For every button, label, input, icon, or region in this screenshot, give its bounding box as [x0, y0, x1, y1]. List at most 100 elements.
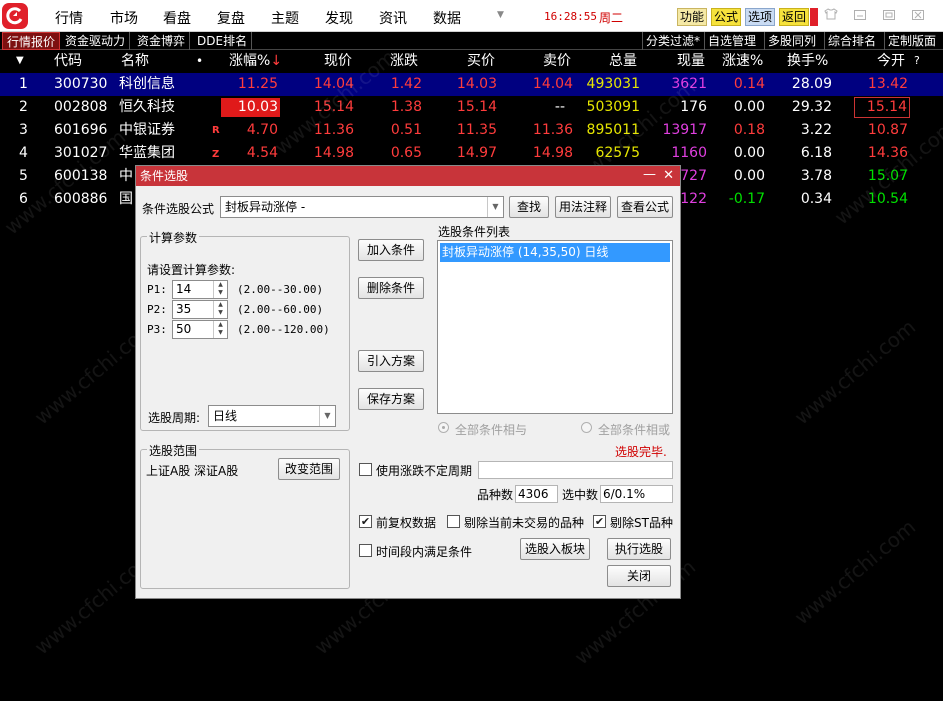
- radio-all-and[interactable]: [438, 422, 449, 433]
- header-ask[interactable]: 卖价: [543, 50, 571, 72]
- back-button[interactable]: 返回: [779, 8, 810, 26]
- options-button[interactable]: 选项: [745, 8, 776, 26]
- list-item[interactable]: 封板异动涨停 (14,35,50) 日线: [440, 243, 670, 262]
- tab-dde-rank[interactable]: DDE排名: [193, 32, 253, 50]
- menu-replay[interactable]: 复盘: [217, 8, 245, 28]
- exclude-st-label: 剔除ST品种: [610, 516, 673, 530]
- radio-all-or[interactable]: [581, 422, 592, 433]
- header-speed[interactable]: 涨速%: [722, 50, 763, 72]
- stepper-arrows-icon[interactable]: ▲ ▼: [213, 281, 227, 298]
- help-icon[interactable]: ?: [914, 50, 920, 72]
- chevron-down-icon[interactable]: ▼: [497, 10, 504, 20]
- menu-market[interactable]: 市场: [110, 8, 138, 28]
- header-pct-change[interactable]: 涨幅%↓: [229, 50, 282, 72]
- find-button[interactable]: 查找: [509, 196, 549, 218]
- param-p3-stepper[interactable]: 50 ▲ ▼: [172, 320, 228, 339]
- menu-watch[interactable]: 看盘: [163, 8, 191, 28]
- chevron-down-icon[interactable]: ▼: [487, 197, 503, 217]
- param-p3-label: P3:: [147, 323, 167, 336]
- table-row[interactable]: 1 300730 科创信息 11.25 14.04 1.42 14.03 14.…: [0, 73, 943, 96]
- table-row[interactable]: 3 601696 中银证券 R 4.70 11.36 0.51 11.35 11…: [0, 119, 943, 142]
- tab-quotes[interactable]: 行情报价: [2, 32, 61, 50]
- save-scheme-button[interactable]: 保存方案: [358, 388, 424, 410]
- uncertain-period-checkbox[interactable]: [359, 463, 372, 476]
- delete-condition-button[interactable]: 删除条件: [358, 277, 424, 299]
- close-button[interactable]: 关闭: [607, 565, 671, 587]
- current-volume: 176: [680, 99, 707, 115]
- table-row[interactable]: 2 002808 恒久科技 10.03 15.14 1.38 15.14 -- …: [0, 96, 943, 119]
- tab-capital-drive[interactable]: 资金驱动力: [61, 32, 131, 50]
- turnover: 29.32: [791, 99, 832, 115]
- skin-icon[interactable]: [819, 6, 843, 26]
- pct-change: 4.70: [246, 122, 278, 138]
- menu-data[interactable]: 数据: [433, 8, 461, 28]
- bid: 14.97: [456, 145, 497, 161]
- header-dot[interactable]: •: [196, 50, 203, 72]
- formula-select[interactable]: 封板异动涨停 - ▼: [220, 196, 504, 218]
- sort-toggle-icon[interactable]: ▼: [16, 50, 24, 72]
- tab-watchlist-manage[interactable]: 自选管理: [704, 32, 756, 50]
- add-to-block-button[interactable]: 选股入板块: [520, 538, 590, 560]
- import-scheme-button[interactable]: 引入方案: [358, 350, 424, 372]
- menu-discover[interactable]: 发现: [325, 8, 353, 28]
- minimize-icon[interactable]: —: [643, 166, 656, 184]
- watermark: www.cfchi.com: [789, 314, 921, 430]
- alert-indicator[interactable]: [810, 8, 818, 26]
- period-select[interactable]: 日线 ▼: [208, 405, 336, 427]
- stock-name: 国: [119, 191, 133, 207]
- time-range-checkbox[interactable]: [359, 544, 372, 557]
- pre-adjust-checkbox[interactable]: ✔: [359, 515, 372, 528]
- current-volume: 13917: [662, 122, 707, 138]
- param-p1-stepper[interactable]: 14 ▲ ▼: [172, 280, 228, 299]
- param-p2-stepper[interactable]: 35 ▲ ▼: [172, 300, 228, 319]
- condition-list-label: 选股条件列表: [438, 225, 511, 239]
- tab-composite-rank[interactable]: 综合排名: [824, 32, 876, 50]
- usage-notes-button[interactable]: 用法注释: [555, 196, 611, 218]
- stock-code: 301027: [54, 145, 108, 161]
- chevron-down-icon[interactable]: ▼: [319, 406, 335, 426]
- header-name[interactable]: 名称: [121, 50, 149, 72]
- minimize-icon[interactable]: [848, 6, 872, 26]
- tab-custom-layout[interactable]: 定制版面: [884, 32, 936, 50]
- header-code[interactable]: 代码: [54, 50, 82, 72]
- count-field: 4306: [515, 485, 558, 503]
- table-row[interactable]: 4 301027 华蓝集团 Z 4.54 14.98 0.65 14.97 14…: [0, 142, 943, 165]
- menu-news[interactable]: 资讯: [379, 8, 407, 28]
- change-range-button[interactable]: 改变范围: [278, 458, 340, 480]
- exclude-untraded-checkbox[interactable]: [447, 515, 460, 528]
- stock-code: 002808: [54, 99, 108, 115]
- app-logo-icon[interactable]: [2, 3, 28, 29]
- row-number: 4: [19, 145, 28, 161]
- menu-quotes[interactable]: 行情: [55, 8, 83, 28]
- menu-topics[interactable]: 主题: [271, 8, 299, 28]
- close-icon[interactable]: [906, 6, 930, 26]
- header-current-volume[interactable]: 现量: [677, 50, 705, 72]
- condition-list[interactable]: 封板异动涨停 (14,35,50) 日线: [437, 240, 673, 414]
- exclude-st-checkbox[interactable]: ✔: [593, 515, 606, 528]
- close-icon[interactable]: ✕: [663, 166, 674, 186]
- header-open[interactable]: 今开: [877, 50, 905, 72]
- period-label: 选股周期:: [148, 411, 201, 425]
- header-pct-label: 涨幅%: [229, 53, 271, 69]
- header-change[interactable]: 涨跌: [390, 50, 418, 72]
- stepper-arrows-icon[interactable]: ▲ ▼: [213, 321, 227, 338]
- execute-screening-button[interactable]: 执行选股: [607, 538, 671, 560]
- stepper-arrows-icon[interactable]: ▲ ▼: [213, 301, 227, 318]
- view-formula-button[interactable]: 查看公式: [617, 196, 673, 218]
- tab-category-filter[interactable]: 分类过滤*: [642, 32, 700, 50]
- uncertain-period-input[interactable]: [478, 461, 673, 479]
- formula-button[interactable]: 公式: [711, 8, 742, 26]
- header-price[interactable]: 现价: [324, 50, 352, 72]
- param-p2-label: P2:: [147, 303, 167, 316]
- add-condition-button[interactable]: 加入条件: [358, 239, 424, 261]
- function-button[interactable]: 功能: [677, 8, 708, 26]
- header-turnover[interactable]: 换手%: [787, 50, 828, 72]
- stock-range-value: 上证A股 深证A股: [146, 464, 239, 478]
- restore-icon[interactable]: [877, 6, 901, 26]
- header-volume[interactable]: 总量: [609, 50, 637, 72]
- header-bid[interactable]: 买价: [467, 50, 495, 72]
- tab-capital-game[interactable]: 资金博弈: [133, 32, 191, 50]
- dialog-title-bar[interactable]: 条件选股 — ✕: [136, 166, 680, 186]
- tab-multi-stock[interactable]: 多股同列: [764, 32, 816, 50]
- param-p2-range: (2.00--60.00): [237, 303, 324, 316]
